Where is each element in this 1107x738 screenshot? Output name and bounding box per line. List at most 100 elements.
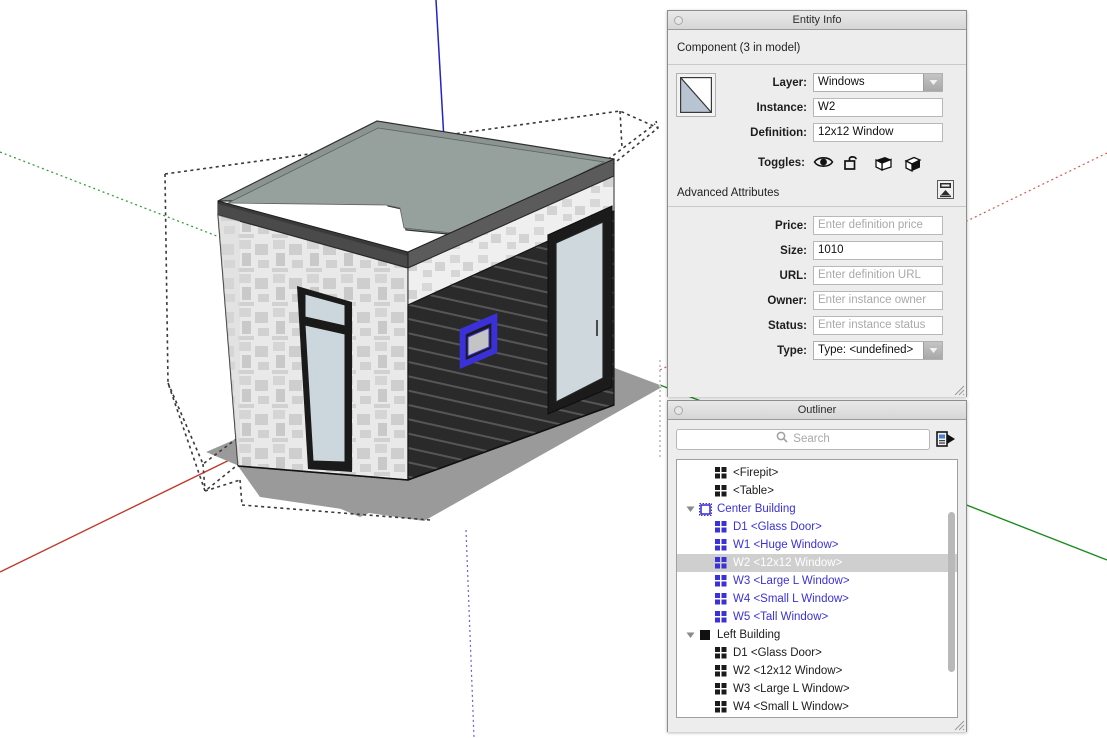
status-row[interactable]: Status: Enter instance status: [668, 316, 966, 335]
outliner-row[interactable]: D1 <Glass Door>: [677, 518, 957, 536]
glass-door-glass: [556, 222, 603, 402]
red-axis-negative: [0, 449, 252, 572]
resize-grip[interactable]: [952, 383, 965, 396]
search-placeholder: Search: [793, 433, 829, 445]
component-icon: [713, 665, 729, 677]
component-icon: [713, 485, 729, 497]
resize-grip[interactable]: [952, 718, 965, 731]
outliner-row-label: W2 <12x12 Window>: [733, 557, 842, 569]
outliner-row[interactable]: W2 <12x12 Window>: [677, 662, 957, 680]
size-label: Size:: [668, 245, 813, 257]
outliner-row[interactable]: W5 <Tall Window>: [677, 716, 957, 718]
outliner-row[interactable]: D1 <Glass Door>: [677, 644, 957, 662]
collapse-icon[interactable]: [937, 180, 954, 199]
entity-type-header: Component (3 in model): [668, 30, 966, 65]
outliner-row[interactable]: W4 <Small L Window>: [677, 698, 957, 716]
unlock-padlock-icon[interactable]: [843, 154, 865, 172]
outliner-row-label: W3 <Large L Window>: [733, 683, 850, 695]
outliner-scrollbar[interactable]: [948, 512, 955, 672]
outliner-row-label: W5 <Tall Window>: [733, 611, 828, 623]
outliner-row-label: W4 <Small L Window>: [733, 701, 849, 713]
entity-info-titlebar[interactable]: Entity Info: [668, 11, 966, 30]
outliner-title: Outliner: [798, 404, 837, 416]
outliner-row[interactable]: Center Building: [677, 500, 957, 518]
advanced-attributes-fields: Price: Enter definition price Size: 1010…: [668, 207, 966, 360]
outliner-row-label: D1 <Glass Door>: [733, 521, 822, 533]
owner-input[interactable]: Enter instance owner: [813, 291, 943, 310]
component-icon: [713, 467, 729, 479]
size-input[interactable]: 1010: [813, 241, 943, 260]
status-label: Status:: [668, 320, 813, 332]
outliner-titlebar[interactable]: Outliner: [668, 401, 966, 420]
panel-collapse-dot[interactable]: [674, 406, 683, 415]
outliner-tree[interactable]: <Firepit> <Table> Center Building D1 <Glass…: [676, 459, 958, 718]
group-icon: [697, 629, 713, 641]
type-label: Type:: [668, 345, 813, 357]
owner-row[interactable]: Owner: Enter instance owner: [668, 291, 966, 310]
chevron-down-icon[interactable]: [923, 342, 942, 359]
instance-input[interactable]: W2: [813, 98, 943, 117]
component-icon: [713, 557, 729, 569]
url-row[interactable]: URL: Enter definition URL: [668, 266, 966, 285]
blue-axis-lower: [466, 530, 474, 738]
disclosure-triangle-icon[interactable]: [683, 631, 697, 639]
outliner-row[interactable]: Left Building: [677, 626, 957, 644]
group-selected-icon: [697, 503, 713, 516]
type-dropdown[interactable]: Type: <undefined>: [813, 341, 943, 360]
outliner-row-label: Center Building: [717, 503, 796, 515]
component-icon: [713, 575, 729, 587]
outliner-row[interactable]: W1 <Huge Window>: [677, 536, 957, 554]
price-row[interactable]: Price: Enter definition price: [668, 216, 966, 235]
url-input[interactable]: Enter definition URL: [813, 266, 943, 285]
left-wall-band: [218, 215, 240, 466]
outliner-row[interactable]: W5 <Tall Window>: [677, 608, 957, 626]
outliner-row[interactable]: <Firepit>: [677, 464, 957, 482]
status-input[interactable]: Enter instance status: [813, 316, 943, 335]
outliner-row-label: <Table>: [733, 485, 774, 497]
receive-shadows-icon[interactable]: [903, 154, 925, 172]
panel-collapse-dot[interactable]: [674, 16, 683, 25]
type-row[interactable]: Type: Type: <undefined>: [668, 341, 966, 360]
search-icon: [776, 430, 788, 448]
advanced-attributes-label: Advanced Attributes: [668, 187, 779, 199]
advanced-attributes-bar[interactable]: Advanced Attributes: [668, 183, 966, 207]
outliner-row-label: <Firepit>: [733, 467, 778, 479]
price-input[interactable]: Enter definition price: [813, 216, 943, 235]
component-icon: [713, 611, 729, 623]
green-axis-negative: [0, 152, 222, 238]
size-row[interactable]: Size: 1010: [668, 241, 966, 260]
search-input[interactable]: Search: [676, 429, 930, 450]
type-value: Type: <undefined>: [818, 344, 913, 356]
outliner-row[interactable]: W3 <Large L Window>: [677, 680, 957, 698]
outliner-row-label: Left Building: [717, 629, 780, 641]
owner-label: Owner:: [668, 295, 813, 307]
entity-info-panel[interactable]: Entity Info Component (3 in model): [667, 10, 967, 397]
component-icon: [713, 647, 729, 659]
cast-shadows-icon[interactable]: [873, 154, 895, 172]
outliner-row[interactable]: W4 <Small L Window>: [677, 590, 957, 608]
definition-label: Definition:: [668, 127, 813, 139]
layer-value: Windows: [818, 76, 865, 88]
outliner-row[interactable]: W2 <12x12 Window>: [677, 554, 957, 572]
outliner-tree-rows: <Firepit> <Table> Center Building D1 <Glass…: [677, 460, 957, 718]
layer-dropdown[interactable]: Windows: [813, 73, 943, 92]
component-icon: [713, 539, 729, 551]
disclosure-triangle-icon[interactable]: [683, 505, 697, 513]
outliner-row-label: W4 <Small L Window>: [733, 593, 849, 605]
outliner-panel[interactable]: Outliner Search: [667, 400, 967, 732]
component-icon: [713, 593, 729, 605]
component-icon: [713, 521, 729, 533]
chevron-down-icon[interactable]: [923, 74, 942, 91]
url-label: URL:: [668, 270, 813, 282]
toggles-label: Toggles:: [668, 157, 813, 169]
outliner-options-icon[interactable]: [934, 428, 958, 450]
definition-row[interactable]: Definition: 12x12 Window: [668, 123, 966, 142]
outliner-row-label: W3 <Large L Window>: [733, 575, 850, 587]
definition-input[interactable]: 12x12 Window: [813, 123, 943, 142]
outliner-row[interactable]: W3 <Large L Window>: [677, 572, 957, 590]
outliner-row[interactable]: <Table>: [677, 482, 957, 500]
outliner-row-label: D1 <Glass Door>: [733, 647, 822, 659]
outliner-search-row: Search: [676, 428, 958, 450]
visible-eye-icon[interactable]: [813, 154, 835, 172]
outliner-row-label: W1 <Huge Window>: [733, 539, 838, 551]
